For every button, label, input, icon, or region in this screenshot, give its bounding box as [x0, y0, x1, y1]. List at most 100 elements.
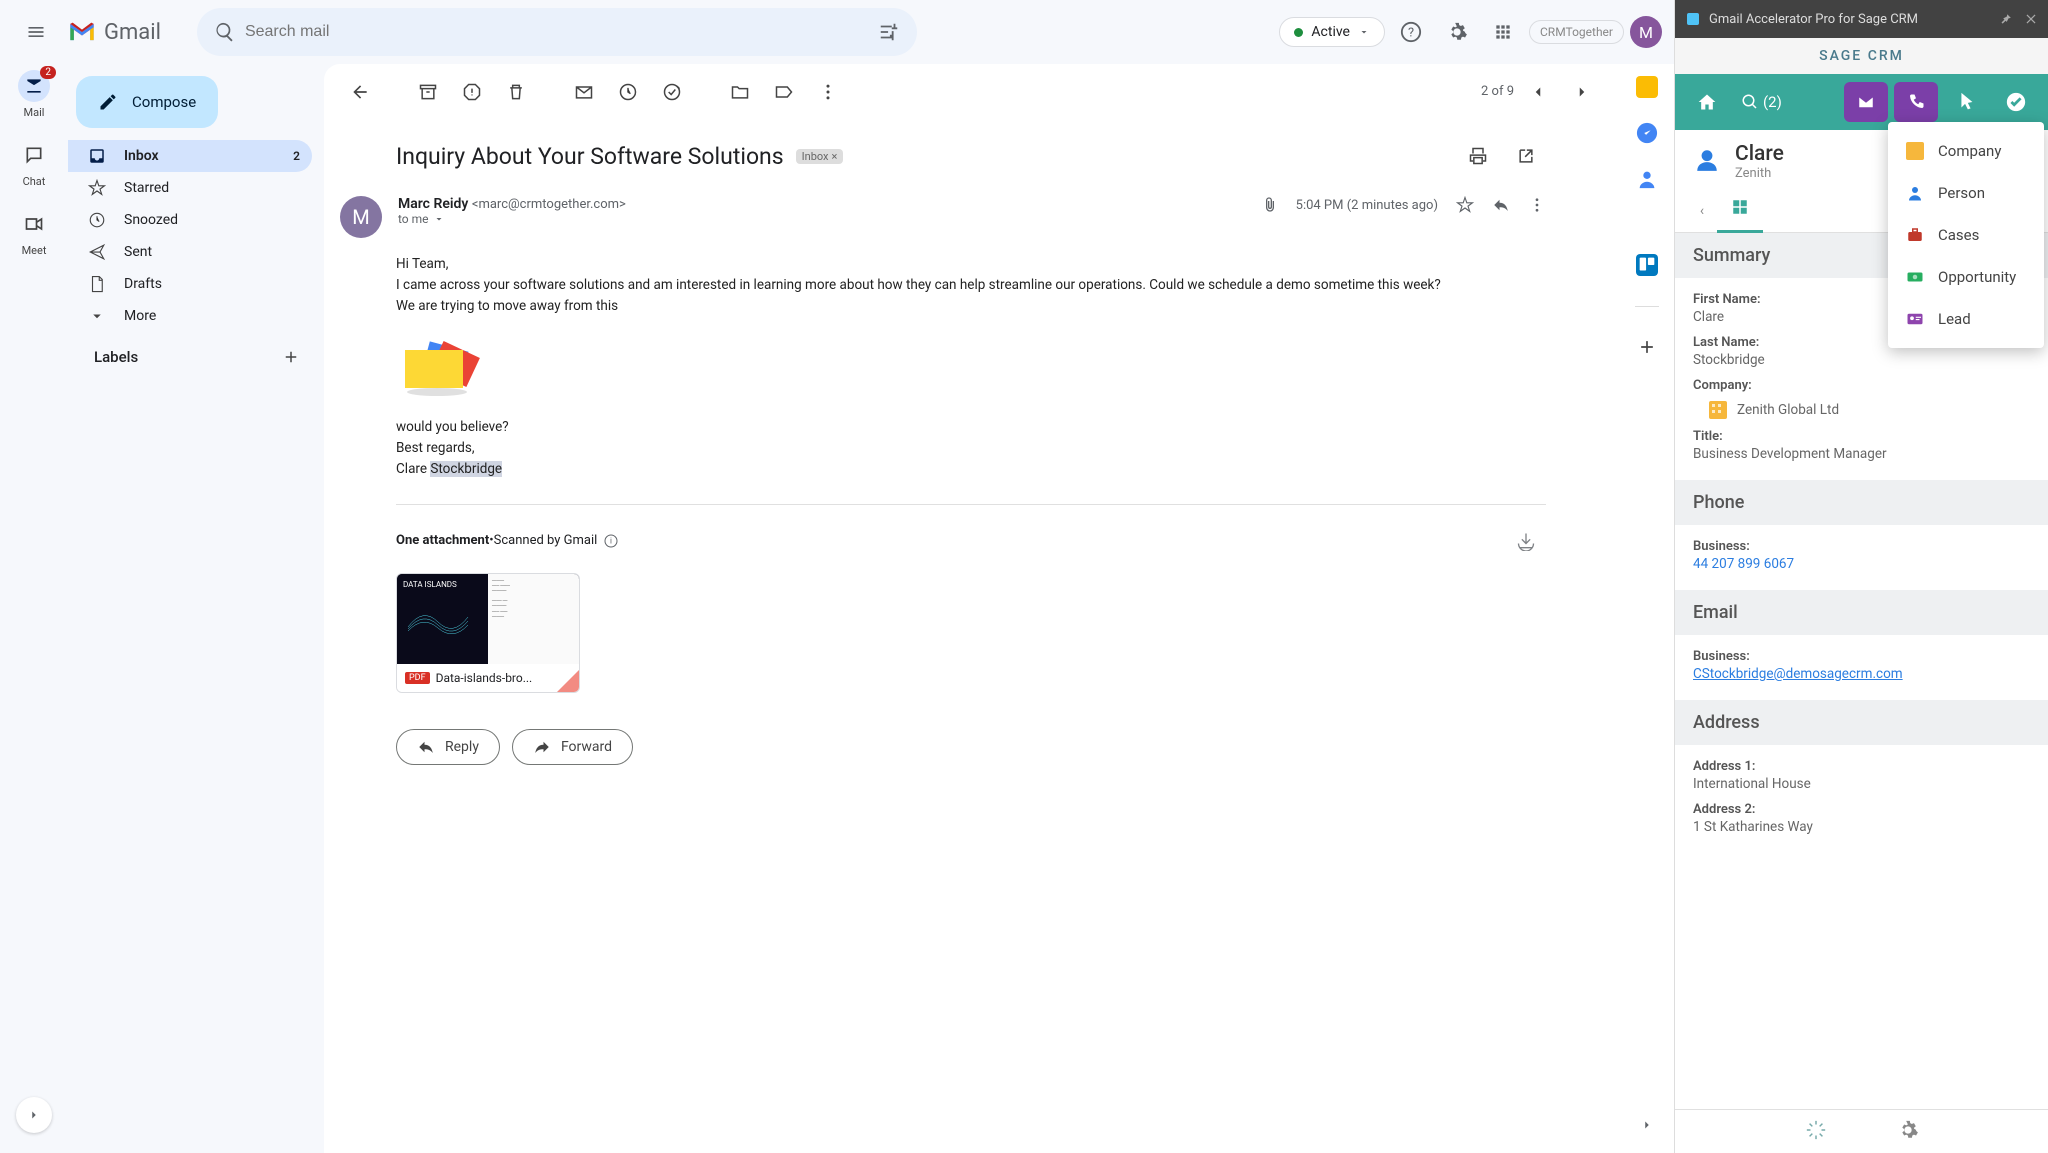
contacts-app[interactable]: [1636, 168, 1658, 190]
main-menu-button[interactable]: [12, 8, 60, 56]
pager-next[interactable]: [1562, 72, 1602, 112]
dropdown-cases[interactable]: Cases: [1888, 214, 2044, 256]
sender-avatar[interactable]: M: [340, 196, 382, 238]
crm-extension-chip[interactable]: CRMTogether: [1529, 20, 1624, 44]
search-bar[interactable]: [197, 8, 917, 56]
section-address: Address: [1675, 700, 2048, 745]
money-icon: [1906, 268, 1924, 286]
close-icon[interactable]: [2024, 12, 2038, 26]
download-all-button[interactable]: [1506, 521, 1546, 561]
dropdown-opportunity[interactable]: Opportunity: [1888, 256, 2044, 298]
label-button[interactable]: [764, 72, 804, 112]
crm-logo-text: CRMTogether: [1540, 25, 1613, 39]
fld-email[interactable]: CStockbridge@demosagecrm.com: [1693, 666, 2030, 682]
pager-prev[interactable]: [1518, 72, 1558, 112]
gmail-logo[interactable]: Gmail: [68, 20, 189, 45]
pin-icon[interactable]: [1998, 12, 2012, 26]
search-button[interactable]: [205, 12, 245, 52]
add-app-button[interactable]: [1637, 337, 1657, 357]
sidebar-starred[interactable]: Starred: [68, 172, 312, 204]
dropdown-person[interactable]: Person: [1888, 172, 2044, 214]
settings-button[interactable]: [1437, 12, 1477, 52]
company-icon: [1906, 142, 1924, 160]
sidebar-sent[interactable]: Sent: [68, 236, 312, 268]
trello-like-app[interactable]: [1636, 254, 1658, 276]
status-chip[interactable]: Active: [1279, 17, 1385, 47]
search-icon: [214, 21, 236, 43]
more-button[interactable]: [808, 72, 848, 112]
star-icon[interactable]: [1456, 196, 1474, 214]
sidebar-more[interactable]: More: [68, 300, 312, 332]
crm-add-button[interactable]: [1944, 82, 1988, 122]
mail-unread-icon: [574, 82, 594, 102]
delete-button[interactable]: [496, 72, 536, 112]
popout-button[interactable]: [1506, 136, 1546, 176]
sidebar-snoozed[interactable]: Snoozed: [68, 204, 312, 236]
spam-button[interactable]: [452, 72, 492, 112]
forward-button[interactable]: Forward: [512, 729, 633, 765]
chat-icon: [24, 145, 44, 165]
reply-icon[interactable]: [1492, 196, 1510, 214]
crm-settings-button[interactable]: [1897, 1119, 1919, 1145]
task-button[interactable]: [652, 72, 692, 112]
section-email: Email: [1675, 590, 2048, 635]
dd-lead-label: Lead: [1938, 310, 1971, 328]
back-button[interactable]: [340, 72, 380, 112]
account-avatar[interactable]: M: [1630, 16, 1662, 48]
tasks-app[interactable]: [1636, 122, 1658, 144]
apps-button[interactable]: [1483, 12, 1523, 52]
reply-button[interactable]: Reply: [396, 729, 500, 765]
info-icon[interactable]: i: [603, 533, 619, 549]
rail-chat[interactable]: Chat: [18, 139, 50, 188]
more-vert-icon[interactable]: [1528, 196, 1546, 214]
move-button[interactable]: [720, 72, 760, 112]
rail-meet[interactable]: Meet: [18, 208, 50, 257]
add-task-icon: [662, 82, 682, 102]
snooze-button[interactable]: [608, 72, 648, 112]
compose-button[interactable]: Compose: [76, 76, 218, 128]
status-label: Active: [1311, 24, 1350, 40]
print-button[interactable]: [1458, 136, 1498, 176]
print-icon: [1468, 146, 1488, 166]
apps-grid-icon: [1493, 22, 1513, 42]
crm-tab-grid[interactable]: [1717, 188, 1763, 233]
fld-phone[interactable]: 44 207 899 6067: [1693, 556, 2030, 572]
fld-addr1-label: Address 1:: [1693, 759, 2030, 774]
sidebar-drafts[interactable]: Drafts: [68, 268, 312, 300]
search-options-button[interactable]: [869, 12, 909, 52]
attachment-card[interactable]: DATA ISLANDS ━━━━━━━━ ━━━━━━━━━━━━━━ ━━━…: [396, 573, 580, 693]
gear-icon: [1897, 1119, 1919, 1141]
company-link[interactable]: Zenith Global Ltd: [1709, 401, 2030, 419]
crm-call-button[interactable]: [1894, 82, 1938, 122]
sidebar-more-label: More: [124, 308, 156, 324]
crm-sparkle-button[interactable]: [1805, 1119, 1827, 1145]
inbox-count: 2: [293, 149, 300, 163]
crm-tabs-prev[interactable]: ‹: [1687, 203, 1717, 219]
archive-icon: [418, 82, 438, 102]
expand-rail-button[interactable]: [16, 1097, 52, 1133]
dropdown-lead[interactable]: Lead: [1888, 298, 2044, 340]
crm-home-button[interactable]: [1685, 82, 1729, 122]
support-button[interactable]: ?: [1391, 12, 1431, 52]
unread-button[interactable]: [564, 72, 604, 112]
plus-icon[interactable]: [282, 348, 300, 366]
crm-check-button[interactable]: [1994, 82, 2038, 122]
archive-button[interactable]: [408, 72, 448, 112]
crm-file-button[interactable]: [1844, 82, 1888, 122]
send-icon: [88, 243, 106, 261]
forward-icon: [533, 738, 551, 756]
to-row[interactable]: to me: [398, 212, 1246, 226]
phone-icon: [1907, 93, 1925, 111]
search-input[interactable]: [245, 23, 869, 41]
keep-app[interactable]: [1636, 76, 1658, 98]
sidebar-inbox[interactable]: Inbox 2: [68, 140, 312, 172]
contact-avatar: [1693, 146, 1721, 174]
rail-mail[interactable]: 2 Mail: [18, 70, 50, 119]
sender-avatar-letter: M: [352, 205, 369, 229]
crm-search-button[interactable]: (2): [1735, 93, 1788, 111]
svg-text:i: i: [610, 536, 612, 545]
rail-mail-label: Mail: [24, 106, 45, 119]
dropdown-company[interactable]: Company: [1888, 130, 2044, 172]
hide-panel-button[interactable]: [1627, 1105, 1667, 1145]
inbox-chip[interactable]: Inbox ×: [796, 149, 844, 164]
